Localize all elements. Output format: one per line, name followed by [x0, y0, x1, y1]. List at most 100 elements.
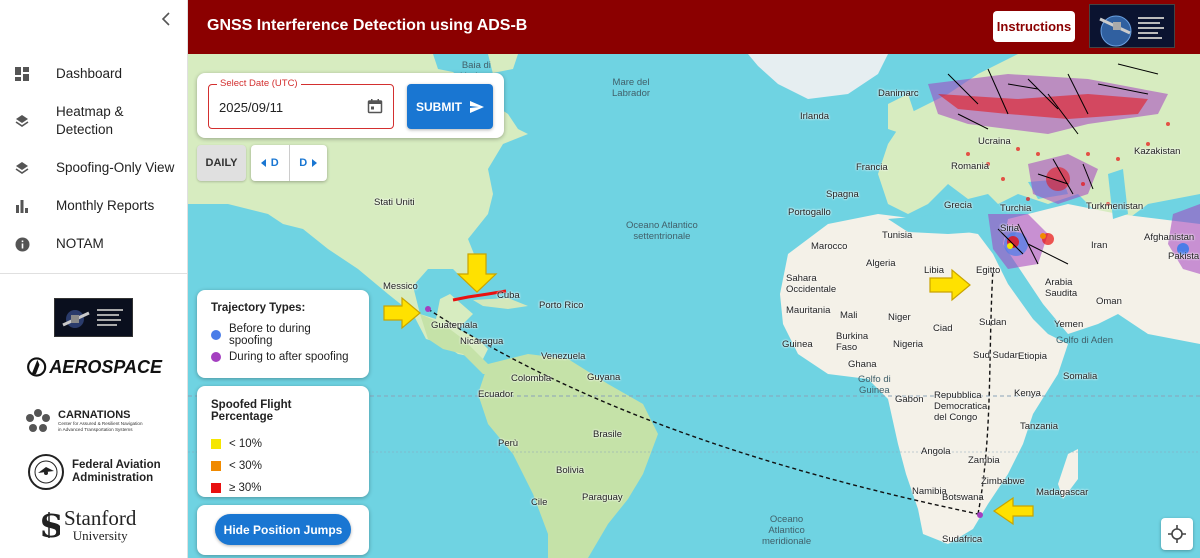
sidebar-item-dashboard[interactable]: Dashboard — [0, 55, 188, 93]
sidebar-divider — [0, 273, 187, 274]
locate-button[interactable] — [1161, 518, 1193, 550]
map-label: Guyana — [587, 372, 621, 383]
legend-item: < 10% — [211, 433, 355, 455]
calendar-icon[interactable] — [367, 98, 383, 114]
map-label: Tanzania — [1020, 421, 1059, 432]
map-label: Somalia — [1063, 371, 1098, 382]
map-label: Stati Uniti — [374, 197, 415, 208]
trajectory-legend-title: Trajectory Types: — [211, 302, 306, 314]
map-label: Brasile — [593, 429, 623, 440]
map-label: Danimarc — [878, 88, 919, 99]
carnations-subtitle: in Advanced Transportation Systems — [58, 427, 133, 432]
map-label: Messico — [383, 281, 418, 292]
date-input[interactable]: Select Date (UTC) 2025/09/11 — [208, 78, 394, 129]
map-label: Venezuela — [541, 351, 586, 362]
map-label: Oceano Atlantico settentrionale — [626, 220, 698, 242]
app-title: GNSS Interference Detection using ADS-B — [207, 17, 528, 34]
sidebar-item-monthly-reports[interactable]: Monthly Reports — [0, 187, 188, 225]
previous-day-button[interactable]: D — [251, 145, 289, 181]
map-label: Portogallo — [788, 207, 831, 218]
map-label: Sud Sudan — [973, 350, 1021, 361]
hide-position-jumps-button[interactable]: Hide Position Jumps — [215, 514, 351, 545]
instructions-button[interactable]: Instructions — [993, 11, 1075, 42]
map-label: Golfo di Aden — [1056, 335, 1114, 346]
map-label: Ciad — [933, 323, 953, 334]
map-label: Zambia — [968, 455, 1000, 466]
date-panel: Select Date (UTC) 2025/09/11 SUBMIT — [197, 73, 504, 138]
map-label: Afghanistan — [1144, 232, 1195, 243]
map-label: Pakista — [1168, 251, 1200, 262]
caret-right-icon — [312, 159, 318, 167]
yellow-swatch-icon — [211, 439, 221, 449]
map-label: Ecuador — [478, 389, 514, 400]
map-label: Egitto — [976, 265, 1001, 276]
sidebar-item-spoofing-only[interactable]: Spoofing-Only View — [0, 149, 188, 187]
orange-swatch-icon — [211, 461, 221, 471]
submit-button[interactable]: SUBMIT — [407, 84, 493, 129]
map-label: Siria — [1000, 223, 1020, 234]
carnations-title: CARNATIONS — [58, 409, 131, 421]
map-label: Paraguay — [582, 492, 623, 503]
sidebar-item-label: Heatmap & Detection — [56, 104, 124, 137]
map-label: Yemen — [1054, 319, 1084, 330]
map-label: Sudan — [979, 317, 1007, 328]
sidebar-item-label: Spoofing-Only View — [56, 160, 175, 175]
map-label: Guatemala — [431, 320, 478, 331]
info-icon — [14, 236, 30, 252]
map-label: Kazakistan — [1134, 146, 1181, 157]
app-header: GNSS Interference Detection using ADS-B … — [188, 0, 1200, 54]
map-label: Cile — [531, 497, 548, 508]
svg-text:S: S — [40, 507, 60, 543]
dashboard-icon — [14, 66, 30, 82]
faa-text: Federal Aviation — [72, 459, 161, 471]
previous-day-label: D — [270, 157, 279, 169]
aerospace-emblem-icon — [27, 357, 47, 377]
collapse-sidebar-button[interactable] — [158, 12, 174, 32]
submit-button-label: SUBMIT — [416, 99, 462, 114]
next-day-button[interactable]: D — [288, 145, 328, 181]
map-label: Nicaragua — [460, 336, 504, 347]
date-input-label: Select Date (UTC) — [217, 78, 301, 89]
map-label: Algeria — [866, 258, 896, 269]
map-label: Niger — [888, 312, 911, 323]
map-label: Cuba — [497, 290, 520, 301]
purple-dot-icon — [211, 352, 221, 362]
legend-item: < 30% — [211, 455, 355, 477]
map-label: Golfo di Guinea — [858, 374, 891, 396]
map-label: Ghana — [848, 359, 877, 370]
map-label: Sudafrica — [942, 534, 983, 545]
carnations-logo: CARNATIONS Center for Assured & Resilien… — [24, 405, 166, 437]
date-input-value: 2025/09/11 — [219, 100, 284, 115]
sidebar-item-label: Dashboard — [56, 66, 123, 81]
sidebar: Dashboard Heatmap & Detection Spoofing-O… — [0, 0, 188, 558]
sidebar-item-label: NOTAM — [56, 236, 104, 251]
legend-item-label: During to after spoofing — [229, 351, 349, 363]
map-label: Romania — [951, 161, 990, 172]
map-label: Colombia — [511, 373, 552, 384]
send-icon — [470, 100, 484, 113]
aerospace-logo: AEROSPACE — [26, 351, 162, 383]
sidebar-item-heatmap[interactable]: Heatmap & Detection — [0, 93, 188, 149]
map-label: Etiopia — [1018, 351, 1048, 362]
map-label: Marocco — [811, 241, 848, 252]
faa-seal-icon — [28, 454, 64, 490]
map-label: Tunisia — [882, 230, 913, 241]
layers-icon — [14, 160, 30, 176]
map-label: Sahara Occidentale — [786, 273, 837, 295]
sidebar-item-notam[interactable]: NOTAM — [0, 225, 188, 263]
map-label: Gabon — [895, 394, 924, 405]
map-label: Guinea — [782, 339, 813, 350]
position-jumps-panel: Hide Position Jumps — [197, 505, 369, 555]
daily-button[interactable]: DAILY — [197, 145, 246, 181]
map-label: Francia — [856, 162, 888, 173]
stanford-emblem-icon: S — [40, 507, 60, 543]
map-label: Oceano Atlantico meridionale — [762, 514, 812, 547]
map-label: Bolivia — [556, 465, 584, 476]
next-day-label: D — [299, 157, 308, 169]
legend-item: ≥ 30% — [211, 477, 355, 499]
map-label: Spagna — [826, 189, 859, 200]
legend-item: Before to during spoofing — [211, 323, 355, 347]
trajectory-legend: Trajectory Types: Before to during spoof… — [197, 290, 369, 378]
map-label: Repubblica Democratica del Congo — [934, 390, 988, 423]
spoofed-percentage-legend: Spoofed Flight Percentage < 10% < 30% ≥ … — [197, 386, 369, 497]
